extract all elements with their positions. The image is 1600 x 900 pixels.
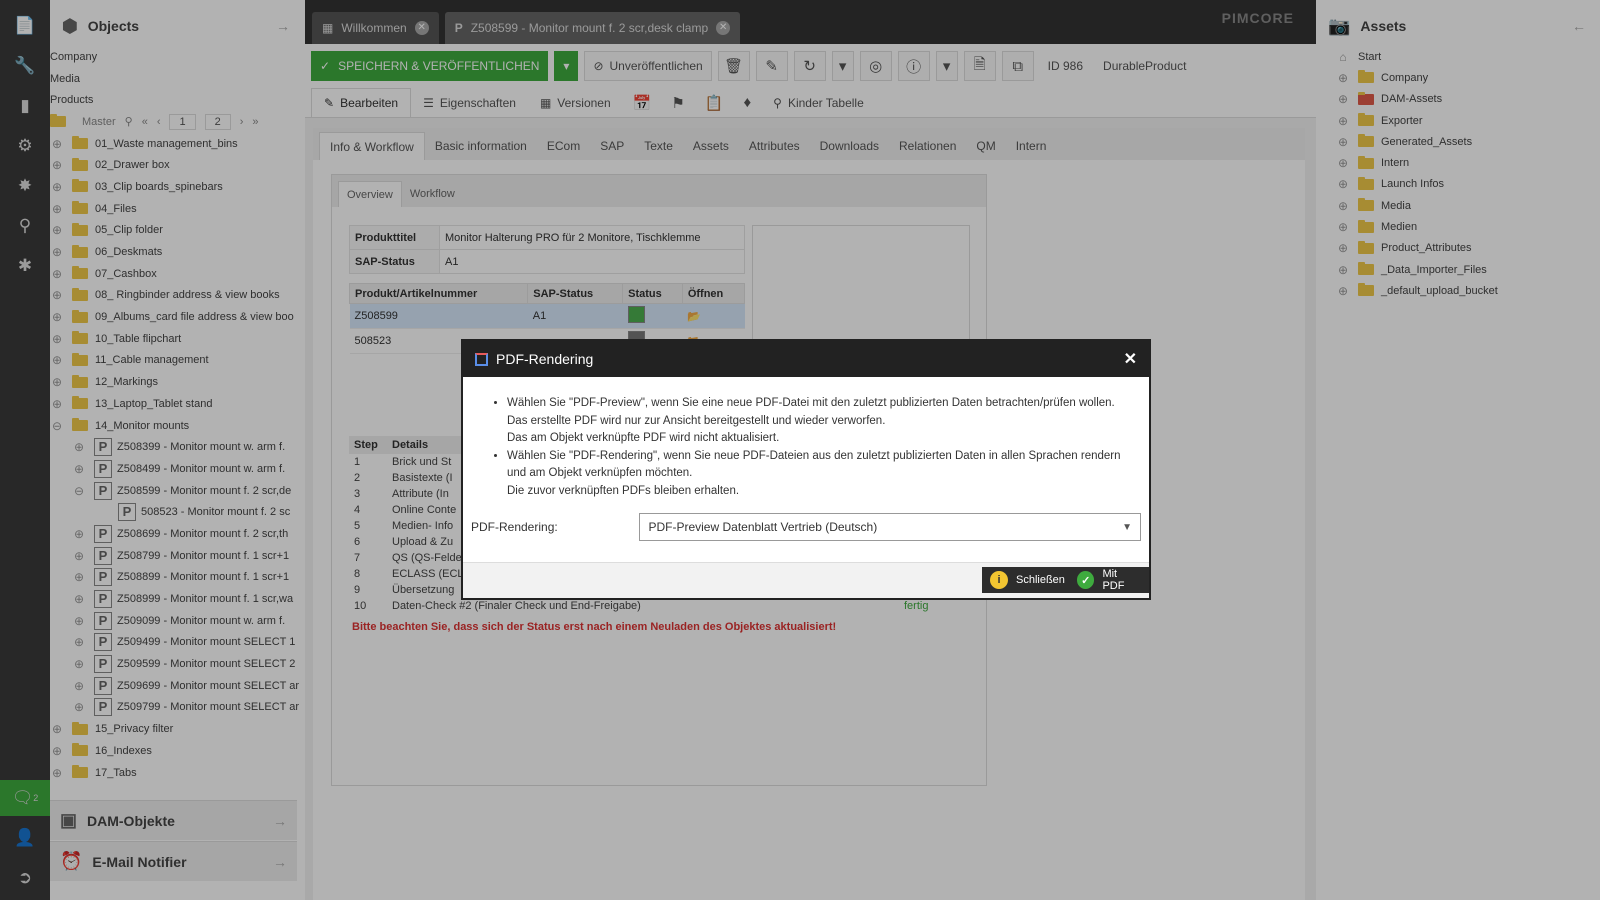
check-icon: ✓ [1077,571,1095,589]
instruction-line: Das am Objekt verknüpfte PDF wird nicht … [507,432,780,444]
selected-option: PDF-Preview Datenblatt Vertrieb (Deutsch… [648,520,878,534]
instruction-line: Die zuvor verknüpften PDFs bleiben erhal… [507,484,740,497]
pdf-rendering-dialog: PDF-Rendering ✕ Wählen Sie "PDF-Preview"… [461,339,1151,600]
with-pdf-label: Mit PDF [1102,568,1125,592]
instruction-rendering: Wählen Sie "PDF-Rendering", wenn Sie neu… [507,448,1129,501]
pdf-rendering-label: PDF-Rendering: [471,520,558,534]
pdf-rendering-select[interactable]: PDF-Preview Datenblatt Vertrieb (Deutsch… [639,513,1141,541]
dialog-header: PDF-Rendering ✕ [463,341,1149,377]
instruction-preview: Wählen Sie "PDF-Preview", wenn Sie eine … [507,395,1129,448]
with-pdf-button[interactable]: ✓ Mit PDF [1069,567,1149,593]
dialog-instructions: Wählen Sie "PDF-Preview", wenn Sie eine … [463,377,1149,500]
info-icon: i [990,571,1008,589]
pimcore-logo-icon [475,352,488,366]
chevron-down-icon[interactable]: ▼ [1122,522,1132,533]
dialog-footer: i Schließen ✓ Mit PDF [463,562,1149,598]
instruction-line: Wählen Sie "PDF-Rendering", wenn Sie neu… [507,449,1121,462]
instruction-line: Das erstellte PDF wird nur zur Ansicht b… [507,414,886,427]
close-button-label: Schließen [1016,574,1065,586]
close-button[interactable]: i Schließen [982,567,1073,593]
dialog-title: PDF-Rendering [496,351,594,367]
close-icon[interactable]: ✕ [1124,349,1137,369]
instruction-line: Wählen Sie "PDF-Preview", wenn Sie eine … [507,397,1115,409]
instruction-line: und am Objekt verknüpfen möchten. [507,467,693,479]
pdf-rendering-field: PDF-Rendering: PDF-Preview Datenblatt Ve… [471,513,1141,541]
